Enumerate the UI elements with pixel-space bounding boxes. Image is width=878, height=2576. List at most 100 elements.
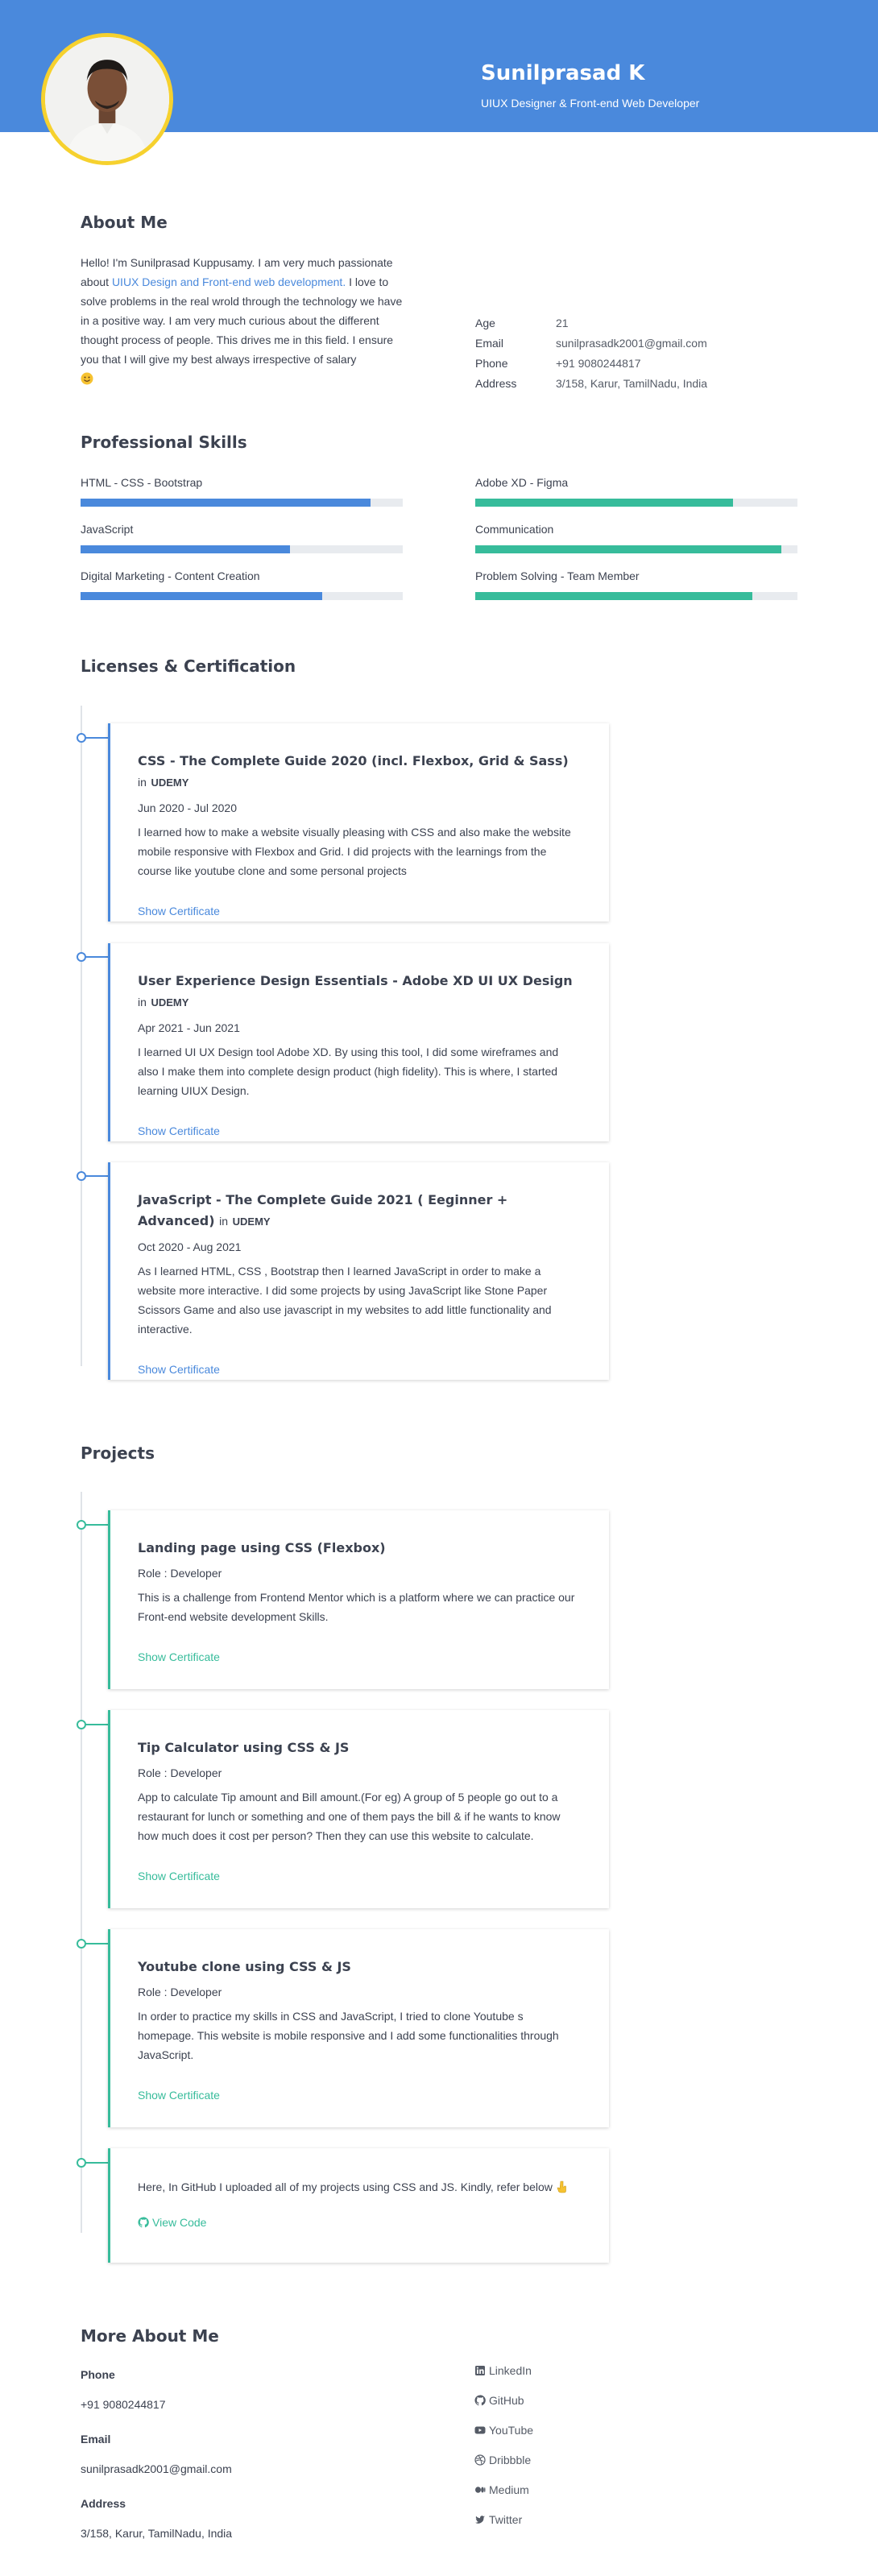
- skill-label: JavaScript: [81, 523, 134, 536]
- avatar: [41, 33, 173, 165]
- social-label: Medium: [489, 2483, 529, 2496]
- info-row-phone: Phone +91 9080244817: [475, 355, 707, 375]
- skills-heading: Professional Skills: [81, 433, 247, 452]
- about-heading: About Me: [81, 213, 168, 232]
- social-label: Dribbble: [489, 2454, 532, 2466]
- skill-digital-marketing: Digital Marketing - Content Creation: [81, 569, 403, 600]
- projects-timeline: [81, 1492, 82, 2233]
- more-email-value: sunilprasadk2001@gmail.com: [81, 2462, 232, 2475]
- skill-bar: [81, 545, 403, 553]
- skill-adobe-xd: Adobe XD - Figma: [475, 476, 797, 507]
- timeline-connector: [85, 956, 110, 958]
- medium-icon: [475, 2487, 486, 2493]
- project-card: Tip Calculator using CSS & JS Role : Dev…: [108, 1710, 609, 1908]
- info-row-age: Age 21: [475, 315, 707, 335]
- personal-info-table: Age 21 Email sunilprasadk2001@gmail.com Ph…: [475, 315, 707, 396]
- social-label: Twitter: [489, 2513, 523, 2526]
- smiling-face-emoji-icon: [81, 372, 93, 385]
- project-description: This is a challenge from Frontend Mentor…: [138, 1591, 575, 1623]
- timeline-connector: [85, 1175, 110, 1177]
- skill-bar-fill: [81, 592, 322, 600]
- show-certificate-link[interactable]: Show Certificate: [138, 903, 582, 919]
- info-value: sunilprasadk2001@gmail.com: [556, 337, 707, 350]
- license-org: UDEMY: [151, 996, 189, 1008]
- timeline-connector: [85, 1724, 110, 1725]
- profile-photo: [45, 37, 169, 161]
- about-text-highlight: UIUX Design and Front-end web developmen…: [111, 275, 346, 288]
- skill-problem-solving: Problem Solving - Team Member: [475, 569, 797, 600]
- licenses-heading: Licenses & Certification: [81, 656, 296, 676]
- twitter-icon: [475, 2516, 485, 2524]
- project-title: Youtube clone using CSS & JS: [138, 1959, 351, 1974]
- license-org: UDEMY: [151, 777, 189, 789]
- license-card: JavaScript - The Complete Guide 2021 ( E…: [108, 1162, 609, 1380]
- more-phone-value: +91 9080244817: [81, 2398, 166, 2411]
- social-link-github[interactable]: GitHub: [474, 2394, 524, 2407]
- license-description: I learned how to make a website visually…: [138, 826, 571, 877]
- social-link-dribbble[interactable]: Dribbble: [474, 2454, 531, 2466]
- skill-bar-fill: [475, 499, 733, 507]
- license-date: Apr 2021 - Jun 2021: [138, 1021, 240, 1034]
- social-link-linkedin[interactable]: LinkedIn: [474, 2364, 532, 2377]
- more-address-label: Address: [81, 2497, 126, 2510]
- info-row-address: Address 3/158, Karur, TamilNadu, India: [475, 375, 707, 396]
- about-text-body: I love to solve problems in the real wro…: [81, 275, 403, 366]
- linkedin-icon: [475, 2366, 485, 2375]
- more-email-label: Email: [81, 2433, 111, 2446]
- skill-bar-fill: [475, 545, 781, 553]
- info-value: +91 9080244817: [556, 357, 641, 370]
- skill-label: Communication: [475, 523, 554, 536]
- info-key: Address: [475, 377, 517, 390]
- skill-label: HTML - CSS - Bootstrap: [81, 476, 203, 489]
- skill-label: Adobe XD - Figma: [475, 476, 569, 489]
- skill-bar: [475, 592, 797, 600]
- licenses-timeline: [81, 706, 82, 1366]
- timeline-connector: [85, 737, 110, 739]
- skill-label: Problem Solving - Team Member: [475, 569, 640, 582]
- skill-bar: [81, 592, 403, 600]
- dribbble-icon: [474, 2454, 486, 2466]
- project-title: Tip Calculator using CSS & JS: [138, 1740, 350, 1755]
- skill-bar-fill: [81, 499, 371, 507]
- projects-heading: Projects: [81, 1443, 155, 1463]
- view-code-label: View Code: [152, 2216, 207, 2229]
- info-row-email: Email sunilprasadk2001@gmail.com: [475, 335, 707, 355]
- profile-name: Sunilprasad K: [481, 61, 645, 85]
- skill-bar: [81, 499, 403, 507]
- social-link-youtube[interactable]: YouTube: [474, 2424, 533, 2437]
- social-link-medium[interactable]: Medium: [474, 2483, 529, 2496]
- social-link-twitter[interactable]: Twitter: [474, 2513, 522, 2526]
- info-value: 3/158, Karur, TamilNadu, India: [556, 377, 708, 390]
- license-card: User Experience Design Essentials - Adob…: [108, 943, 609, 1141]
- profile-role: UIUX Designer & Front-end Web Developer: [481, 97, 700, 110]
- youtube-icon: [474, 2426, 486, 2434]
- view-code-link[interactable]: View Code: [138, 2214, 582, 2230]
- license-card: CSS - The Complete Guide 2020 (incl. Fle…: [108, 723, 609, 921]
- project-role: Role : Developer: [138, 1986, 222, 1998]
- skill-bar: [475, 499, 797, 507]
- skill-label: Digital Marketing - Content Creation: [81, 569, 260, 582]
- timeline-connector: [85, 2162, 110, 2164]
- project-role: Role : Developer: [138, 1766, 222, 1779]
- show-certificate-link[interactable]: Show Certificate: [138, 1868, 582, 1884]
- project-description: App to calculate Tip amount and Bill amo…: [138, 1791, 561, 1842]
- pointing-down-hand-icon: [557, 2180, 566, 2193]
- license-in: in: [219, 1215, 229, 1228]
- license-description: As I learned HTML, CSS , Bootstrap then …: [138, 1265, 552, 1336]
- info-key: Email: [475, 337, 504, 350]
- more-heading: More About Me: [81, 2326, 219, 2346]
- license-name: JavaScript - The Complete Guide 2021 ( E…: [138, 1192, 508, 1228]
- github-icon: [138, 2217, 149, 2228]
- timeline-connector: [85, 1943, 110, 1944]
- show-certificate-link[interactable]: Show Certificate: [138, 1361, 582, 1377]
- license-in: in: [138, 776, 147, 789]
- license-date: Oct 2020 - Aug 2021: [138, 1240, 242, 1253]
- show-certificate-link[interactable]: Show Certificate: [138, 1123, 582, 1139]
- github-text-row: Here, In GitHub I uploaded all of my pro…: [138, 2177, 582, 2197]
- show-certificate-link[interactable]: Show Certificate: [138, 1649, 582, 1665]
- social-label: GitHub: [489, 2394, 524, 2407]
- skill-communication: Communication: [475, 523, 797, 553]
- show-certificate-link[interactable]: Show Certificate: [138, 2087, 582, 2103]
- info-key: Age: [475, 317, 495, 329]
- skill-bar-fill: [475, 592, 752, 600]
